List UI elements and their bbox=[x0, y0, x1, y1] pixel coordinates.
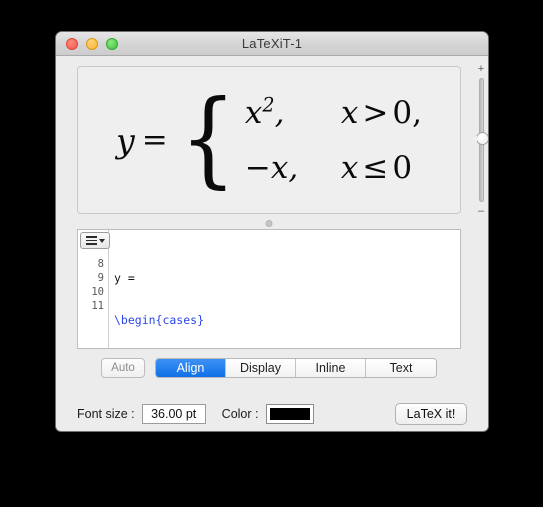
code-token: \begin{cases} bbox=[114, 313, 205, 327]
case-cond-variable: x bbox=[340, 149, 359, 186]
line-number: 8 bbox=[97, 258, 104, 270]
font-size-input[interactable]: 36.00 pt bbox=[141, 404, 206, 424]
case-value-text: −x bbox=[244, 149, 289, 186]
latex-source-text[interactable]: y = \begin{cases} x^2, & x>0,\\ -x, & x … bbox=[109, 230, 460, 348]
mode-auto-button[interactable]: Auto bbox=[101, 358, 145, 378]
case-cond-operator: > bbox=[362, 94, 389, 131]
zoom-in-icon[interactable]: + bbox=[468, 64, 488, 75]
case-cond-operator: ≤ bbox=[362, 149, 389, 186]
latex-source-editor[interactable]: 8 9 10 11 y = \begin{cases} x^2, & x>0,\… bbox=[77, 229, 461, 349]
splitter-handle-dot[interactable] bbox=[265, 220, 273, 227]
line-number: 10 bbox=[91, 286, 104, 298]
color-label: Color : bbox=[221, 407, 259, 421]
code-token: y = bbox=[114, 271, 135, 285]
mode-segment-display[interactable]: Display bbox=[226, 359, 296, 377]
case-value-exponent: 2 bbox=[262, 93, 275, 117]
code-line: \begin{cases} bbox=[114, 313, 460, 327]
desktop-background: LaTeXiT-1 y = { x2, x >0, −x, x ≤ 0 + – … bbox=[0, 0, 543, 507]
zoom-out-icon[interactable]: – bbox=[468, 206, 488, 217]
equation-lhs: y bbox=[116, 120, 135, 160]
preview-zoom-slider[interactable]: + – bbox=[468, 64, 488, 217]
line-number: 9 bbox=[97, 272, 104, 284]
chevron-down-icon bbox=[98, 238, 105, 243]
equation-case-row: −x, x ≤0 bbox=[245, 150, 422, 186]
case-value-suffix: , bbox=[288, 149, 299, 186]
hamburger-icon bbox=[85, 236, 97, 245]
font-size-label: Font size : bbox=[77, 407, 135, 421]
case-value-suffix: , bbox=[274, 94, 285, 131]
mode-selector-row: Auto Align Display Inline Text bbox=[77, 357, 461, 379]
case-cond-variable: x bbox=[340, 94, 359, 131]
case-cond-number: 0, bbox=[392, 94, 422, 131]
equation-brace: { bbox=[179, 76, 236, 199]
mode-segment-inline[interactable]: Inline bbox=[296, 359, 366, 377]
equation-preview-panel[interactable]: y = { x2, x >0, −x, x ≤0 bbox=[77, 66, 461, 214]
window-titlebar[interactable]: LaTeXiT-1 bbox=[56, 32, 488, 56]
code-line: y = bbox=[114, 271, 460, 285]
equation-case-condition: x ≤0 bbox=[341, 150, 412, 186]
bottom-toolbar: Font size : 36.00 pt Color : LaTeX it! bbox=[56, 396, 488, 431]
zoom-slider-knob[interactable] bbox=[472, 132, 488, 145]
template-menu-button[interactable] bbox=[80, 232, 110, 249]
window-body: y = { x2, x >0, −x, x ≤0 + – 8 9 10 11 y… bbox=[56, 56, 488, 431]
color-swatch-button[interactable] bbox=[265, 404, 314, 424]
equation-case-condition: x >0, bbox=[341, 95, 422, 131]
rendered-equation: y = { x2, x >0, −x, x ≤0 bbox=[116, 76, 422, 199]
case-cond-number: 0 bbox=[392, 149, 413, 186]
equation-preview-canvas[interactable]: y = { x2, x >0, −x, x ≤0 bbox=[77, 66, 461, 214]
case-value-text: x bbox=[244, 94, 263, 131]
color-swatch-fill bbox=[269, 408, 310, 420]
mode-segment-text[interactable]: Text bbox=[366, 359, 436, 377]
equation-case-value: −x, bbox=[245, 150, 341, 186]
latexit-window: LaTeXiT-1 y = { x2, x >0, −x, x ≤ 0 + – … bbox=[55, 31, 489, 432]
latex-it-button[interactable]: LaTeX it! bbox=[395, 403, 467, 425]
mode-segmented-control: Align Display Inline Text bbox=[155, 358, 437, 378]
equation-case-row: x2, x >0, bbox=[245, 95, 422, 131]
window-title: LaTeXiT-1 bbox=[241, 36, 303, 51]
equation-case-value: x2, bbox=[245, 95, 341, 131]
line-number: 11 bbox=[91, 300, 104, 312]
mode-segment-align[interactable]: Align bbox=[156, 359, 226, 377]
equation-cases: x2, x >0, −x, x ≤0 bbox=[245, 95, 422, 186]
panel-splitter[interactable] bbox=[77, 217, 461, 229]
equation-equals: = bbox=[141, 122, 168, 158]
